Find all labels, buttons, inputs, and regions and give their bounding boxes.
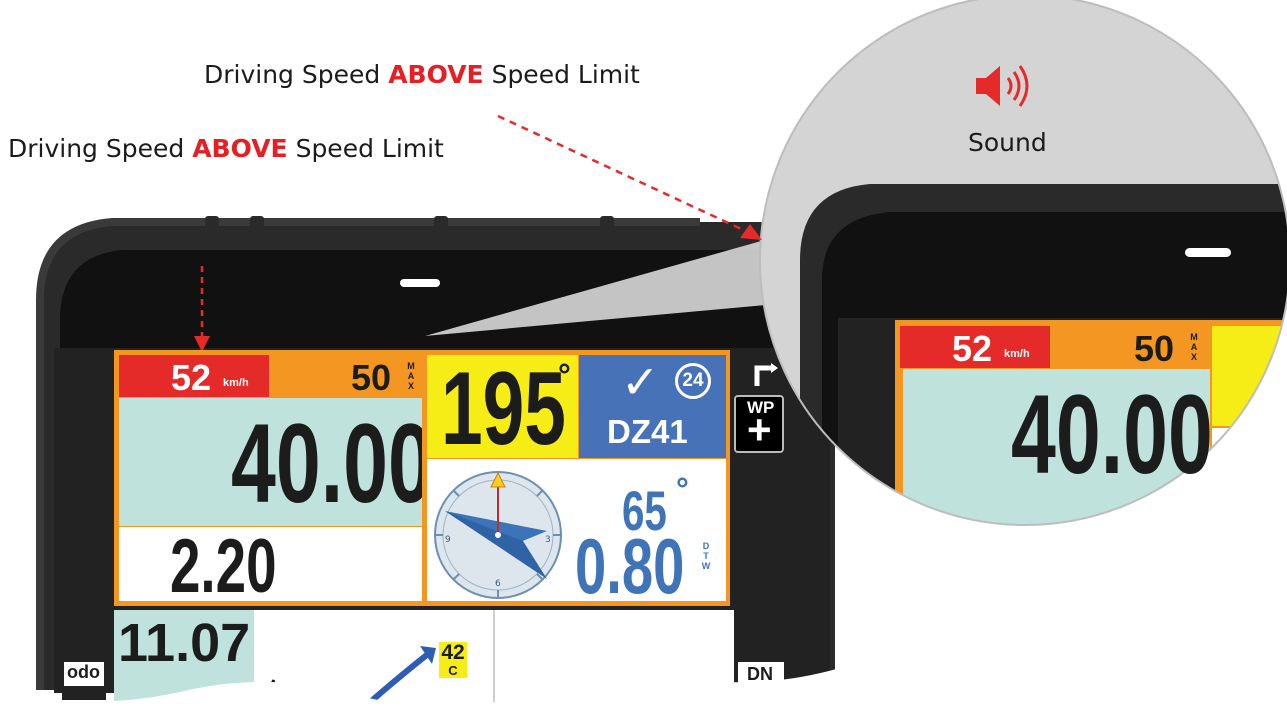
zoom-current-speed: 52 km/h xyxy=(952,328,1030,369)
pointer-arrow-diagonal xyxy=(497,114,762,240)
sound-label: Sound xyxy=(968,128,1047,157)
zoom-speed-limit: 50 MAX xyxy=(1134,328,1198,369)
zoom-odometer-main: 40.00 xyxy=(1011,372,1210,497)
sound-icon xyxy=(970,60,1050,112)
